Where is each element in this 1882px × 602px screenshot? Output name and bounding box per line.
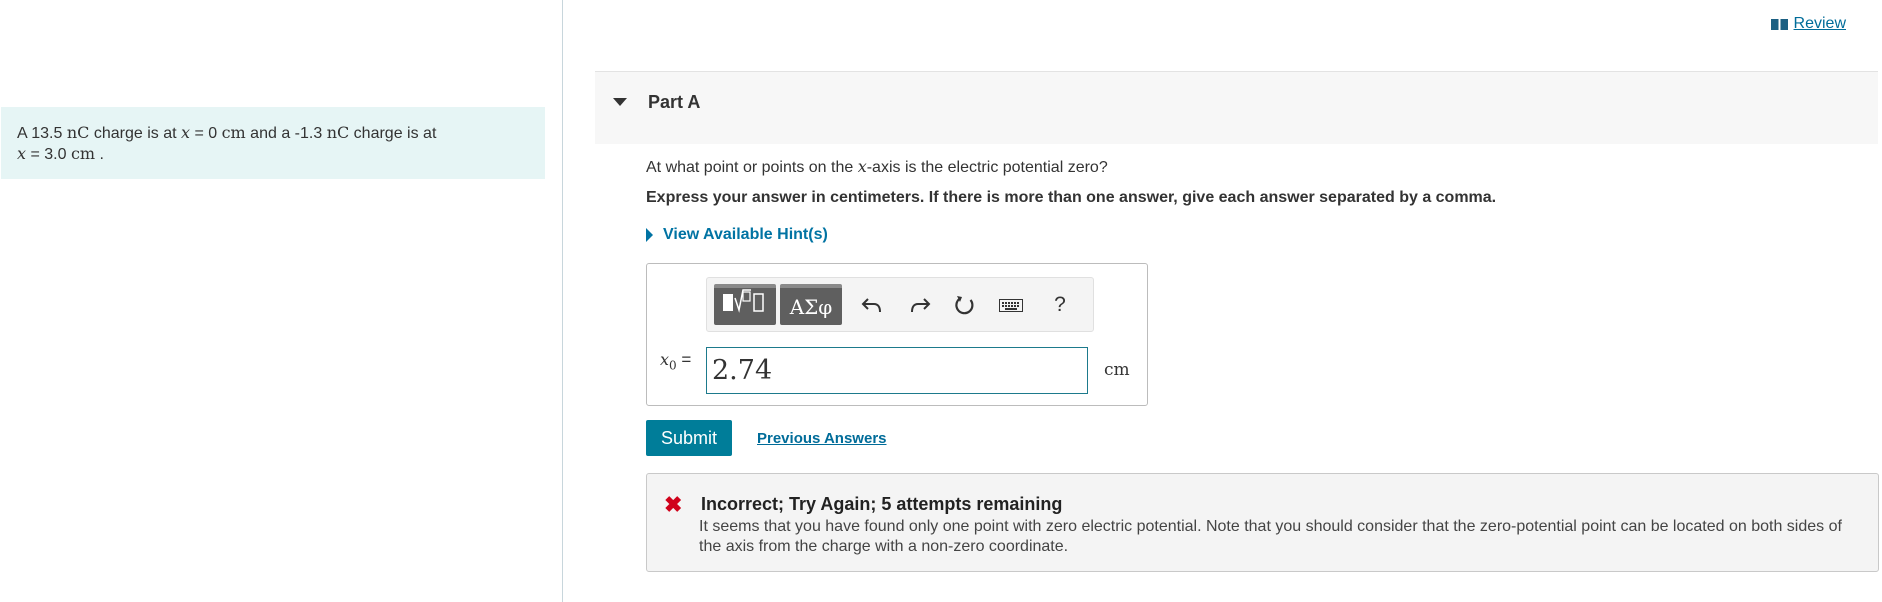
problem-text: and a -1.3: [245, 125, 327, 142]
problem-text: charge is at: [349, 125, 437, 142]
redo-button[interactable]: [907, 292, 933, 318]
reset-icon: [955, 296, 974, 315]
subscript: 0: [669, 358, 677, 373]
review-link[interactable]: Review: [1770, 15, 1846, 33]
incorrect-x-icon: ✖: [664, 492, 683, 517]
variable-x: x: [660, 350, 670, 369]
question-part: At what point or points on the: [646, 159, 858, 176]
part-header[interactable]: Part A: [595, 71, 1878, 144]
answer-input[interactable]: [706, 347, 1088, 394]
view-hints-toggle[interactable]: View Available Hint(s): [646, 226, 828, 244]
greek-symbols-button[interactable]: ΑΣφ: [780, 284, 842, 325]
templates-button[interactable]: [714, 284, 776, 325]
equals-sign: =: [676, 350, 692, 369]
problem-statement: A 13.5 nC charge is at x = 0 cm and a -1…: [1, 107, 545, 179]
answer-unit: cm: [1104, 360, 1130, 380]
feedback-body: It seems that you have found only one po…: [699, 518, 1842, 555]
problem-text: charge is at: [89, 125, 181, 142]
math-toolbar: ΑΣφ ?: [706, 277, 1094, 332]
unit-nc: nC: [326, 123, 350, 142]
unit-cm: cm: [221, 123, 246, 142]
keyboard-icon: [999, 299, 1023, 312]
instruction-text: Express your answer in centimeters. If t…: [646, 189, 1497, 206]
previous-answers-link[interactable]: Previous Answers: [757, 430, 887, 447]
variable-x: x: [17, 144, 27, 163]
question-text: At what point or points on the x-axis is…: [646, 157, 1108, 177]
collapse-caret-icon[interactable]: [613, 98, 627, 106]
submit-button[interactable]: Submit: [646, 420, 732, 456]
unit-nc: nC: [66, 123, 90, 142]
feedback-title: Incorrect; Try Again; 5 attempts remaini…: [701, 494, 1063, 514]
expand-caret-icon: [646, 228, 653, 242]
book-icon: [1770, 18, 1788, 30]
problem-text: = 3.0: [26, 146, 71, 163]
feedback-panel: ✖ Incorrect; Try Again; 5 attempts remai…: [646, 473, 1879, 572]
problem-text: = 0: [190, 125, 222, 142]
unit-cm: cm: [70, 144, 96, 163]
hints-label[interactable]: View Available Hint(s): [663, 226, 828, 244]
help-button[interactable]: ?: [1047, 292, 1073, 318]
review-label[interactable]: Review: [1794, 15, 1846, 33]
reset-button[interactable]: [952, 292, 978, 318]
variable-x: x: [857, 157, 867, 176]
question-part: -axis is the electric potential zero?: [866, 159, 1108, 176]
left-pane: A 13.5 nC charge is at x = 0 cm and a -1…: [0, 0, 563, 602]
answer-box: ΑΣφ ? x0 = 2.74 cm: [646, 263, 1148, 406]
problem-text: .: [95, 146, 104, 163]
variable-x: x: [180, 123, 191, 142]
keyboard-button[interactable]: [998, 292, 1024, 318]
templates-icon: [723, 289, 764, 313]
greek-label: ΑΣφ: [789, 294, 833, 319]
redo-icon: [911, 298, 931, 313]
help-icon: ?: [1054, 293, 1066, 316]
answer-label: x0 =: [660, 350, 691, 372]
problem-text: A 13.5: [17, 125, 67, 142]
part-title: Part A: [648, 92, 701, 112]
undo-icon: [861, 298, 881, 313]
undo-button[interactable]: [859, 292, 885, 318]
